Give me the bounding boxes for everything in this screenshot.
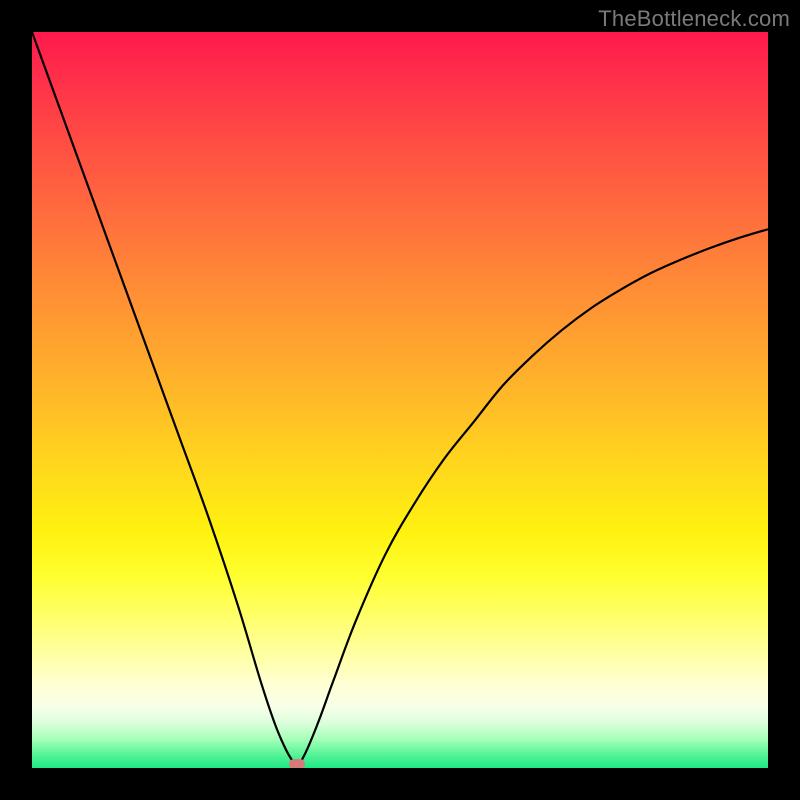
bottleneck-curve: [32, 32, 768, 768]
curve-path: [32, 32, 768, 768]
chart-frame: TheBottleneck.com: [0, 0, 800, 800]
minimum-marker: [289, 759, 305, 768]
plot-area: [32, 32, 768, 768]
watermark-text: TheBottleneck.com: [598, 6, 790, 32]
